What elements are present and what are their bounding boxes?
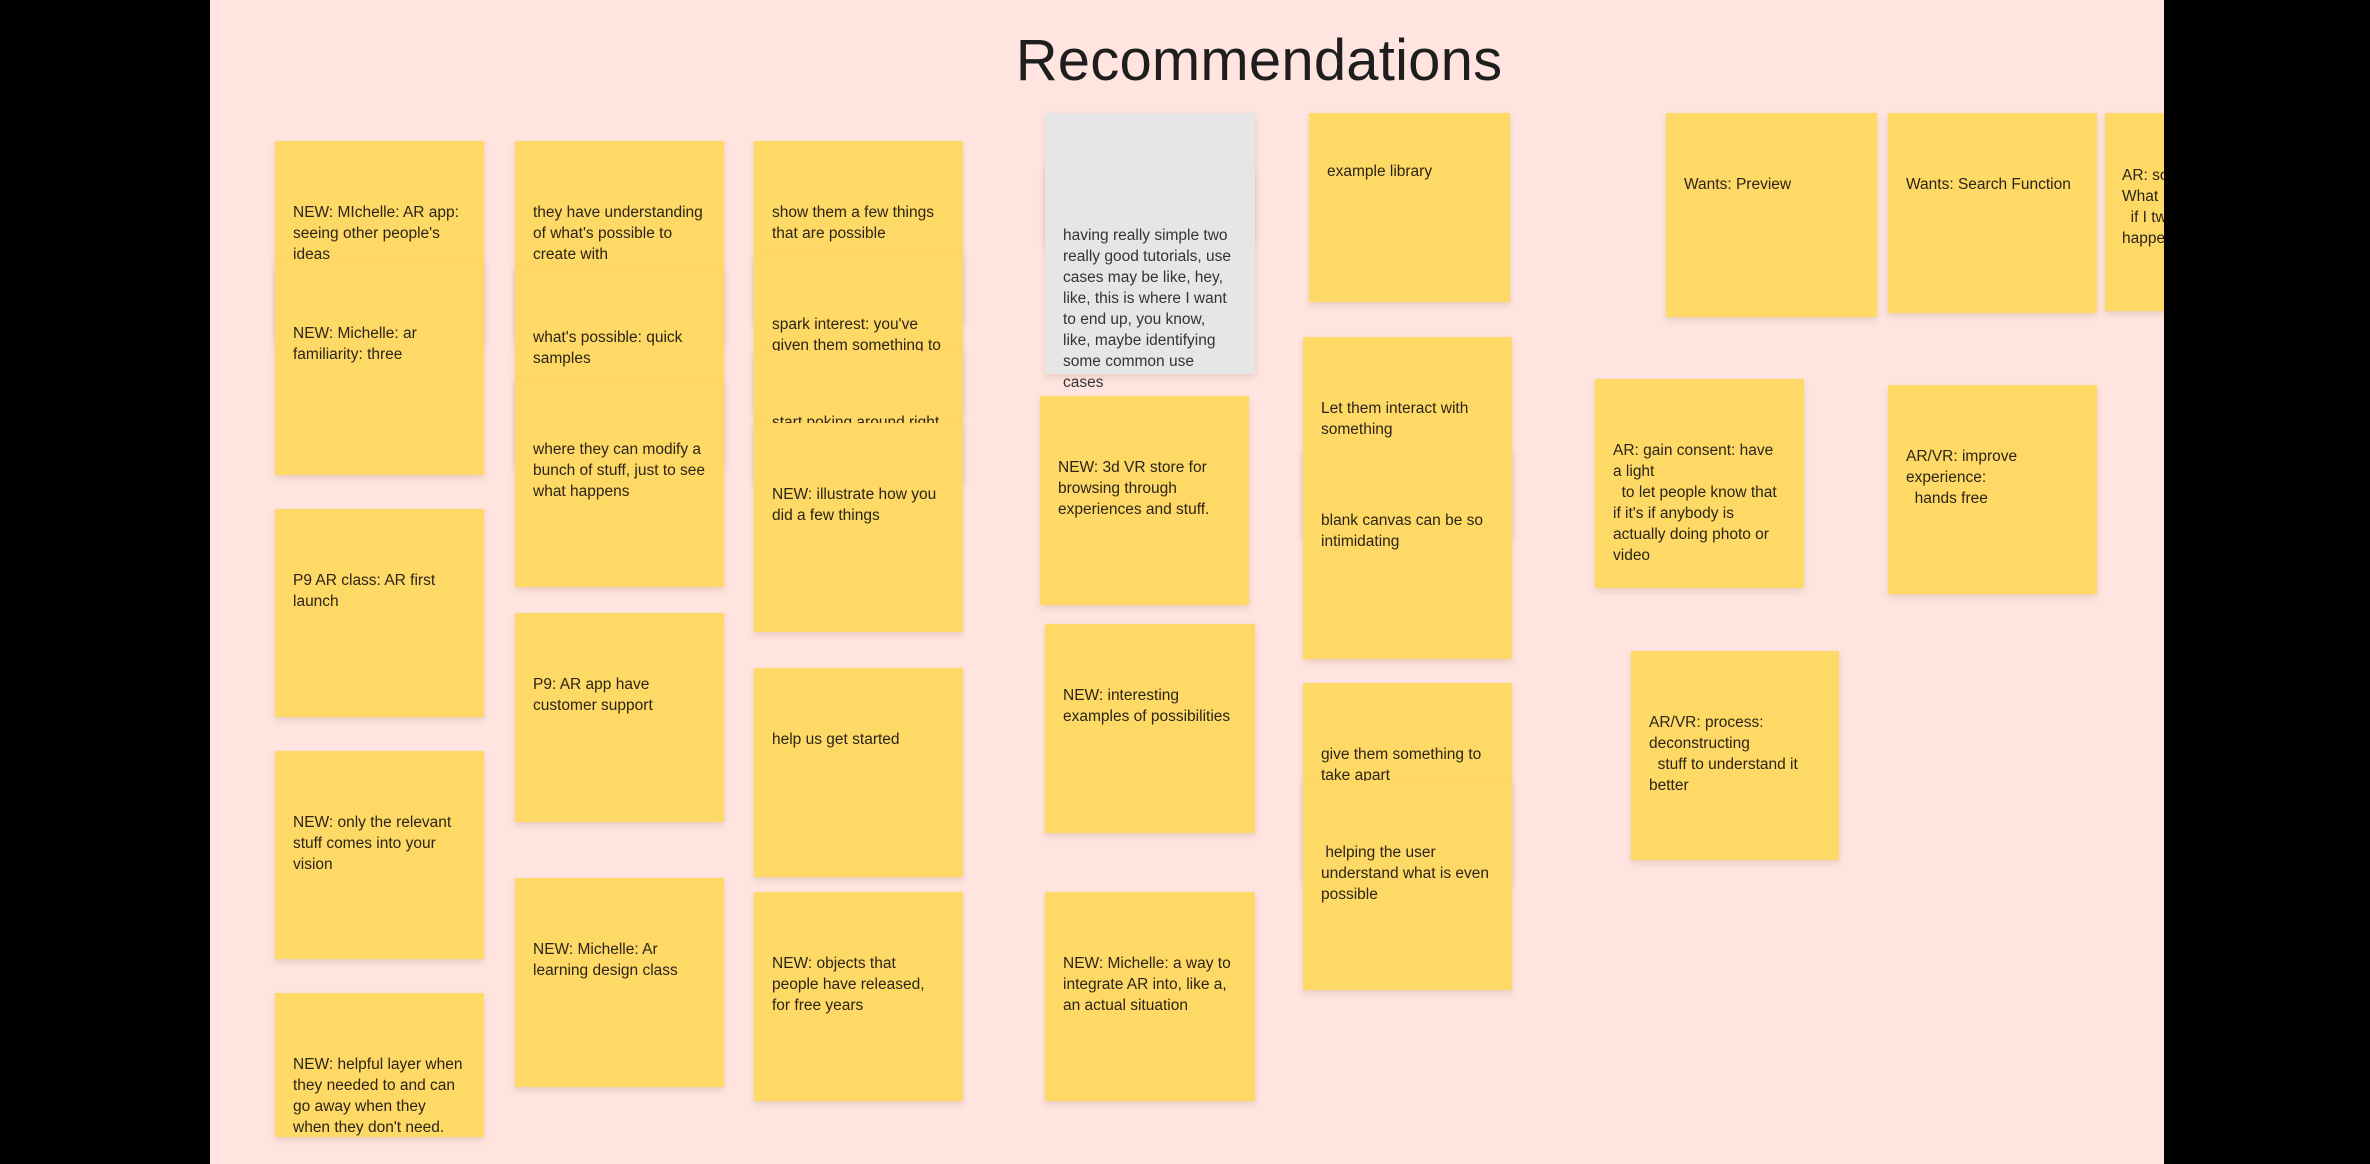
sticky-note-text: give them something to take apart <box>1321 746 1486 784</box>
sticky-note-text: blank canvas can be so intimidating <box>1321 512 1488 550</box>
sticky-note[interactable]: help us get started <box>754 668 963 877</box>
sticky-note-text: Wants: Search Function <box>1906 176 2071 193</box>
sticky-note-text: Let them interact with something <box>1321 400 1473 438</box>
sticky-note-text: NEW: Michelle: a way to integrate AR int… <box>1063 955 1235 1014</box>
sticky-note[interactable]: NEW: interesting examples of possibiliti… <box>1045 624 1255 833</box>
sticky-note-text: AR: so What if I tw happe <box>2122 167 2164 247</box>
sticky-note-text: NEW: only the relevant stuff comes into … <box>293 814 456 873</box>
sticky-note-text: help us get started <box>772 731 900 748</box>
sticky-note-text: NEW: objects that people have released, … <box>772 955 929 1014</box>
sticky-note[interactable]: AR: gain consent: have a light to let pe… <box>1595 379 1804 588</box>
sticky-note[interactable]: NEW: 3d VR store for browsing through ex… <box>1040 396 1249 605</box>
sticky-note[interactable]: NEW: Michelle: a way to integrate AR int… <box>1045 892 1255 1101</box>
sticky-note-text: AR/VR: process: deconstructing stuff to … <box>1649 714 1798 794</box>
sticky-note[interactable]: where they can modify a bunch of stuff, … <box>515 378 724 587</box>
sticky-note-text: example library <box>1327 163 1433 180</box>
sticky-note-text: where they can modify a bunch of stuff, … <box>533 441 710 500</box>
sticky-note[interactable]: NEW: helpful layer when they needed to a… <box>275 993 484 1137</box>
sticky-note-gray[interactable]: having really simple two really good tut… <box>1045 166 1255 469</box>
whiteboard-canvas[interactable]: Recommendations NEW: MIchelle: AR app: s… <box>210 0 2164 1164</box>
sticky-note-text: what's possible: quick samples <box>533 329 687 367</box>
sticky-note-text: NEW: Michelle: ar familiarity: three <box>293 325 422 363</box>
sticky-note[interactable]: Wants: Search Function <box>1888 113 2097 313</box>
sticky-note[interactable]: example library <box>1309 113 1510 302</box>
sticky-note-text: P9 AR class: AR first launch <box>293 572 440 610</box>
sticky-note-text: helping the user understand what is even… <box>1321 844 1494 903</box>
sticky-note[interactable]: AR/VR: process: deconstructing stuff to … <box>1631 651 1839 860</box>
sticky-note[interactable]: blank canvas can be so intimidating <box>1303 449 1512 659</box>
sticky-note[interactable]: NEW: Michelle: Ar learning design class <box>515 878 724 1087</box>
sticky-note-text: AR: gain consent: have a light to let pe… <box>1613 442 1777 564</box>
sticky-note[interactable]: Wants: Preview <box>1666 113 1877 317</box>
sticky-note[interactable]: NEW: Michelle: ar familiarity: three <box>275 262 484 475</box>
sticky-note-text: having really simple two really good tut… <box>1063 227 1236 391</box>
sticky-note[interactable]: NEW: illustrate how you did a few things <box>754 423 963 632</box>
sticky-note-text: they have understanding of what's possib… <box>533 204 708 263</box>
sticky-note-text: NEW: helpful layer when they needed to a… <box>293 1056 467 1136</box>
title-area: Recommendations <box>210 0 2164 83</box>
sticky-note-text: NEW: illustrate how you did a few things <box>772 486 941 524</box>
sticky-note[interactable]: P9: AR app have customer support <box>515 613 724 822</box>
sticky-note-text: NEW: Michelle: Ar learning design class <box>533 941 678 979</box>
sticky-note-text: NEW: interesting examples of possibiliti… <box>1063 687 1231 725</box>
sticky-note[interactable]: P9 AR class: AR first launch <box>275 509 484 717</box>
sticky-note-text: NEW: 3d VR store for browsing through ex… <box>1058 459 1212 518</box>
sticky-note-text: show them a few things that are possible <box>772 204 939 242</box>
sticky-note-text: P9: AR app have customer support <box>533 676 654 714</box>
sticky-note-text: Wants: Preview <box>1684 176 1792 193</box>
sticky-note[interactable]: NEW: objects that people have released, … <box>754 892 963 1101</box>
sticky-note[interactable]: AR/VR: improve experience: hands free <box>1888 385 2097 594</box>
sticky-note[interactable]: helping the user understand what is even… <box>1303 781 1512 990</box>
sticky-note-text: AR/VR: improve experience: hands free <box>1906 448 2018 507</box>
sticky-note-text: NEW: MIchelle: AR app: seeing other peop… <box>293 204 464 263</box>
board-title: Recommendations <box>1015 28 1503 83</box>
sticky-note[interactable]: AR: so What if I tw happe <box>2105 113 2164 311</box>
sticky-note[interactable]: NEW: only the relevant stuff comes into … <box>275 751 484 959</box>
